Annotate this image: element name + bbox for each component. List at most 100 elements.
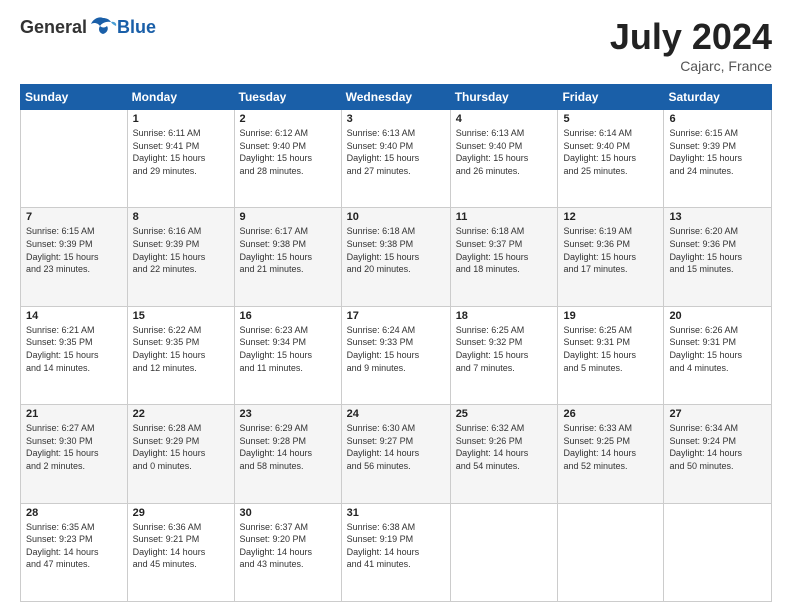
day-number: 10 bbox=[347, 211, 445, 223]
calendar-cell: 31 Sunrise: 6:38 AM Sunset: 9:19 PM Dayli… bbox=[341, 503, 450, 601]
week-row-2: 7 Sunrise: 6:15 AM Sunset: 9:39 PM Daylig… bbox=[21, 208, 772, 306]
calendar-cell: 21 Sunrise: 6:27 AM Sunset: 9:30 PM Dayli… bbox=[21, 405, 128, 503]
day-info: Sunrise: 6:37 AM Sunset: 9:20 PM Dayligh… bbox=[240, 521, 336, 571]
day-number: 9 bbox=[240, 211, 336, 223]
calendar-cell: 27Sunrise: 6:34 AM Sunset: 9:24 PM Dayli… bbox=[664, 405, 772, 503]
day-info: Sunrise: 6:28 AM Sunset: 9:29 PM Dayligh… bbox=[133, 422, 229, 472]
day-number: 24 bbox=[347, 408, 445, 420]
week-row-3: 14Sunrise: 6:21 AM Sunset: 9:35 PM Dayli… bbox=[21, 306, 772, 404]
day-number: 22 bbox=[133, 408, 229, 420]
col-thursday: Thursday bbox=[450, 85, 558, 110]
day-info: Sunrise: 6:25 AM Sunset: 9:32 PM Dayligh… bbox=[456, 324, 553, 374]
calendar-cell: 3 Sunrise: 6:13 AM Sunset: 9:40 PM Daylig… bbox=[341, 110, 450, 208]
calendar-cell: 8 Sunrise: 6:16 AM Sunset: 9:39 PM Daylig… bbox=[127, 208, 234, 306]
calendar-cell: 4Sunrise: 6:13 AM Sunset: 9:40 PM Daylig… bbox=[450, 110, 558, 208]
day-number: 3 bbox=[347, 113, 445, 125]
header: General Blue July 2024 Cajarc, France bbox=[20, 16, 772, 74]
day-info: Sunrise: 6:11 AM Sunset: 9:41 PM Dayligh… bbox=[133, 127, 229, 177]
calendar-cell: 16Sunrise: 6:23 AM Sunset: 9:34 PM Dayli… bbox=[234, 306, 341, 404]
day-number: 1 bbox=[133, 113, 229, 125]
day-info: Sunrise: 6:15 AM Sunset: 9:39 PM Dayligh… bbox=[669, 127, 766, 177]
day-number: 25 bbox=[456, 408, 553, 420]
calendar-cell: 15 Sunrise: 6:22 AM Sunset: 9:35 PM Dayli… bbox=[127, 306, 234, 404]
week-row-1: 1 Sunrise: 6:11 AM Sunset: 9:41 PM Daylig… bbox=[21, 110, 772, 208]
day-info: Sunrise: 6:27 AM Sunset: 9:30 PM Dayligh… bbox=[26, 422, 122, 472]
day-number: 28 bbox=[26, 507, 122, 519]
calendar-cell: 22 Sunrise: 6:28 AM Sunset: 9:29 PM Dayli… bbox=[127, 405, 234, 503]
col-friday: Friday bbox=[558, 85, 664, 110]
day-info: Sunrise: 6:24 AM Sunset: 9:33 PM Dayligh… bbox=[347, 324, 445, 374]
logo: General Blue bbox=[20, 16, 156, 38]
calendar-cell: 28 Sunrise: 6:35 AM Sunset: 9:23 PM Dayli… bbox=[21, 503, 128, 601]
day-number: 23 bbox=[240, 408, 336, 420]
day-info: Sunrise: 6:15 AM Sunset: 9:39 PM Dayligh… bbox=[26, 225, 122, 275]
day-number: 21 bbox=[26, 408, 122, 420]
calendar-cell bbox=[558, 503, 664, 601]
col-wednesday: Wednesday bbox=[341, 85, 450, 110]
day-number: 11 bbox=[456, 211, 553, 223]
col-sunday: Sunday bbox=[21, 85, 128, 110]
day-number: 5 bbox=[563, 113, 658, 125]
calendar-cell: 24 Sunrise: 6:30 AM Sunset: 9:27 PM Dayli… bbox=[341, 405, 450, 503]
day-info: Sunrise: 6:33 AM Sunset: 9:25 PM Dayligh… bbox=[563, 422, 658, 472]
calendar-cell: 17 Sunrise: 6:24 AM Sunset: 9:33 PM Dayli… bbox=[341, 306, 450, 404]
day-number: 26 bbox=[563, 408, 658, 420]
day-number: 27 bbox=[669, 408, 766, 420]
day-info: Sunrise: 6:16 AM Sunset: 9:39 PM Dayligh… bbox=[133, 225, 229, 275]
calendar-cell: 1 Sunrise: 6:11 AM Sunset: 9:41 PM Daylig… bbox=[127, 110, 234, 208]
header-row: Sunday Monday Tuesday Wednesday Thursday… bbox=[21, 85, 772, 110]
day-info: Sunrise: 6:30 AM Sunset: 9:27 PM Dayligh… bbox=[347, 422, 445, 472]
day-info: Sunrise: 6:29 AM Sunset: 9:28 PM Dayligh… bbox=[240, 422, 336, 472]
calendar-cell: 11 Sunrise: 6:18 AM Sunset: 9:37 PM Dayli… bbox=[450, 208, 558, 306]
calendar-cell: 18Sunrise: 6:25 AM Sunset: 9:32 PM Dayli… bbox=[450, 306, 558, 404]
day-number: 19 bbox=[563, 310, 658, 322]
calendar-cell: 30 Sunrise: 6:37 AM Sunset: 9:20 PM Dayli… bbox=[234, 503, 341, 601]
calendar-cell: 13Sunrise: 6:20 AM Sunset: 9:36 PM Dayli… bbox=[664, 208, 772, 306]
calendar-cell: 9Sunrise: 6:17 AM Sunset: 9:38 PM Daylig… bbox=[234, 208, 341, 306]
calendar-table: Sunday Monday Tuesday Wednesday Thursday… bbox=[20, 84, 772, 602]
calendar-cell bbox=[450, 503, 558, 601]
day-number: 30 bbox=[240, 507, 336, 519]
calendar-cell: 19 Sunrise: 6:25 AM Sunset: 9:31 PM Dayli… bbox=[558, 306, 664, 404]
day-info: Sunrise: 6:13 AM Sunset: 9:40 PM Dayligh… bbox=[347, 127, 445, 177]
calendar-cell: 23 Sunrise: 6:29 AM Sunset: 9:28 PM Dayli… bbox=[234, 405, 341, 503]
day-number: 31 bbox=[347, 507, 445, 519]
day-info: Sunrise: 6:18 AM Sunset: 9:37 PM Dayligh… bbox=[456, 225, 553, 275]
calendar-cell bbox=[664, 503, 772, 601]
day-number: 12 bbox=[563, 211, 658, 223]
week-row-4: 21 Sunrise: 6:27 AM Sunset: 9:30 PM Dayli… bbox=[21, 405, 772, 503]
calendar-cell: 12 Sunrise: 6:19 AM Sunset: 9:36 PM Dayli… bbox=[558, 208, 664, 306]
calendar-cell: 20Sunrise: 6:26 AM Sunset: 9:31 PM Dayli… bbox=[664, 306, 772, 404]
day-info: Sunrise: 6:35 AM Sunset: 9:23 PM Dayligh… bbox=[26, 521, 122, 571]
day-info: Sunrise: 6:19 AM Sunset: 9:36 PM Dayligh… bbox=[563, 225, 658, 275]
calendar-cell: 26 Sunrise: 6:33 AM Sunset: 9:25 PM Dayli… bbox=[558, 405, 664, 503]
logo-general-text: General bbox=[20, 17, 87, 38]
logo-blue-text: Blue bbox=[117, 17, 156, 38]
day-number: 17 bbox=[347, 310, 445, 322]
day-number: 20 bbox=[669, 310, 766, 322]
calendar-cell: 10Sunrise: 6:18 AM Sunset: 9:38 PM Dayli… bbox=[341, 208, 450, 306]
day-info: Sunrise: 6:20 AM Sunset: 9:36 PM Dayligh… bbox=[669, 225, 766, 275]
calendar-cell: 7 Sunrise: 6:15 AM Sunset: 9:39 PM Daylig… bbox=[21, 208, 128, 306]
day-info: Sunrise: 6:32 AM Sunset: 9:26 PM Dayligh… bbox=[456, 422, 553, 472]
day-number: 16 bbox=[240, 310, 336, 322]
col-tuesday: Tuesday bbox=[234, 85, 341, 110]
calendar-cell: 29Sunrise: 6:36 AM Sunset: 9:21 PM Dayli… bbox=[127, 503, 234, 601]
calendar-page: General Blue July 2024 Cajarc, France Su… bbox=[0, 0, 792, 612]
logo-bird-icon bbox=[89, 16, 117, 38]
calendar-cell bbox=[21, 110, 128, 208]
month-title: July 2024 bbox=[610, 16, 772, 58]
day-number: 29 bbox=[133, 507, 229, 519]
col-monday: Monday bbox=[127, 85, 234, 110]
day-number: 6 bbox=[669, 113, 766, 125]
title-block: July 2024 Cajarc, France bbox=[610, 16, 772, 74]
day-info: Sunrise: 6:22 AM Sunset: 9:35 PM Dayligh… bbox=[133, 324, 229, 374]
day-info: Sunrise: 6:38 AM Sunset: 9:19 PM Dayligh… bbox=[347, 521, 445, 571]
day-info: Sunrise: 6:25 AM Sunset: 9:31 PM Dayligh… bbox=[563, 324, 658, 374]
calendar-cell: 6 Sunrise: 6:15 AM Sunset: 9:39 PM Daylig… bbox=[664, 110, 772, 208]
day-number: 8 bbox=[133, 211, 229, 223]
day-number: 15 bbox=[133, 310, 229, 322]
col-saturday: Saturday bbox=[664, 85, 772, 110]
day-number: 7 bbox=[26, 211, 122, 223]
week-row-5: 28 Sunrise: 6:35 AM Sunset: 9:23 PM Dayli… bbox=[21, 503, 772, 601]
